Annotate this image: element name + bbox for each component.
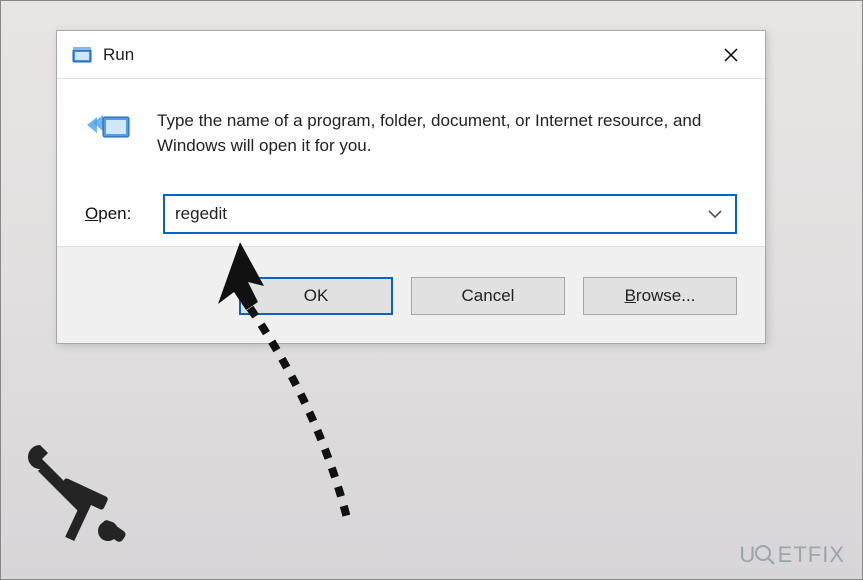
- close-button[interactable]: [707, 31, 755, 79]
- open-label: Open:: [85, 204, 141, 224]
- tools-watermark-icon: [16, 435, 136, 558]
- close-icon: [724, 48, 738, 62]
- site-watermark: U ETFIX: [739, 542, 845, 568]
- run-app-icon: [71, 44, 93, 66]
- magnifier-icon: [754, 544, 776, 566]
- ok-button[interactable]: OK: [239, 277, 393, 315]
- titlebar: Run: [57, 31, 765, 79]
- run-dialog: Run Type the name of a program, folder, …: [56, 30, 766, 344]
- open-input[interactable]: [165, 204, 695, 224]
- dialog-title: Run: [103, 45, 707, 65]
- dialog-content: Type the name of a program, folder, docu…: [57, 79, 765, 246]
- description-row: Type the name of a program, folder, docu…: [85, 107, 737, 158]
- open-combobox[interactable]: [163, 194, 737, 234]
- open-row: Open:: [85, 194, 737, 234]
- run-logo-icon: [85, 107, 135, 149]
- chevron-down-icon[interactable]: [695, 196, 735, 232]
- browse-button[interactable]: Browse...: [583, 277, 737, 315]
- button-row: OK Cancel Browse...: [57, 246, 765, 343]
- cancel-button[interactable]: Cancel: [411, 277, 565, 315]
- description-text: Type the name of a program, folder, docu…: [157, 107, 737, 158]
